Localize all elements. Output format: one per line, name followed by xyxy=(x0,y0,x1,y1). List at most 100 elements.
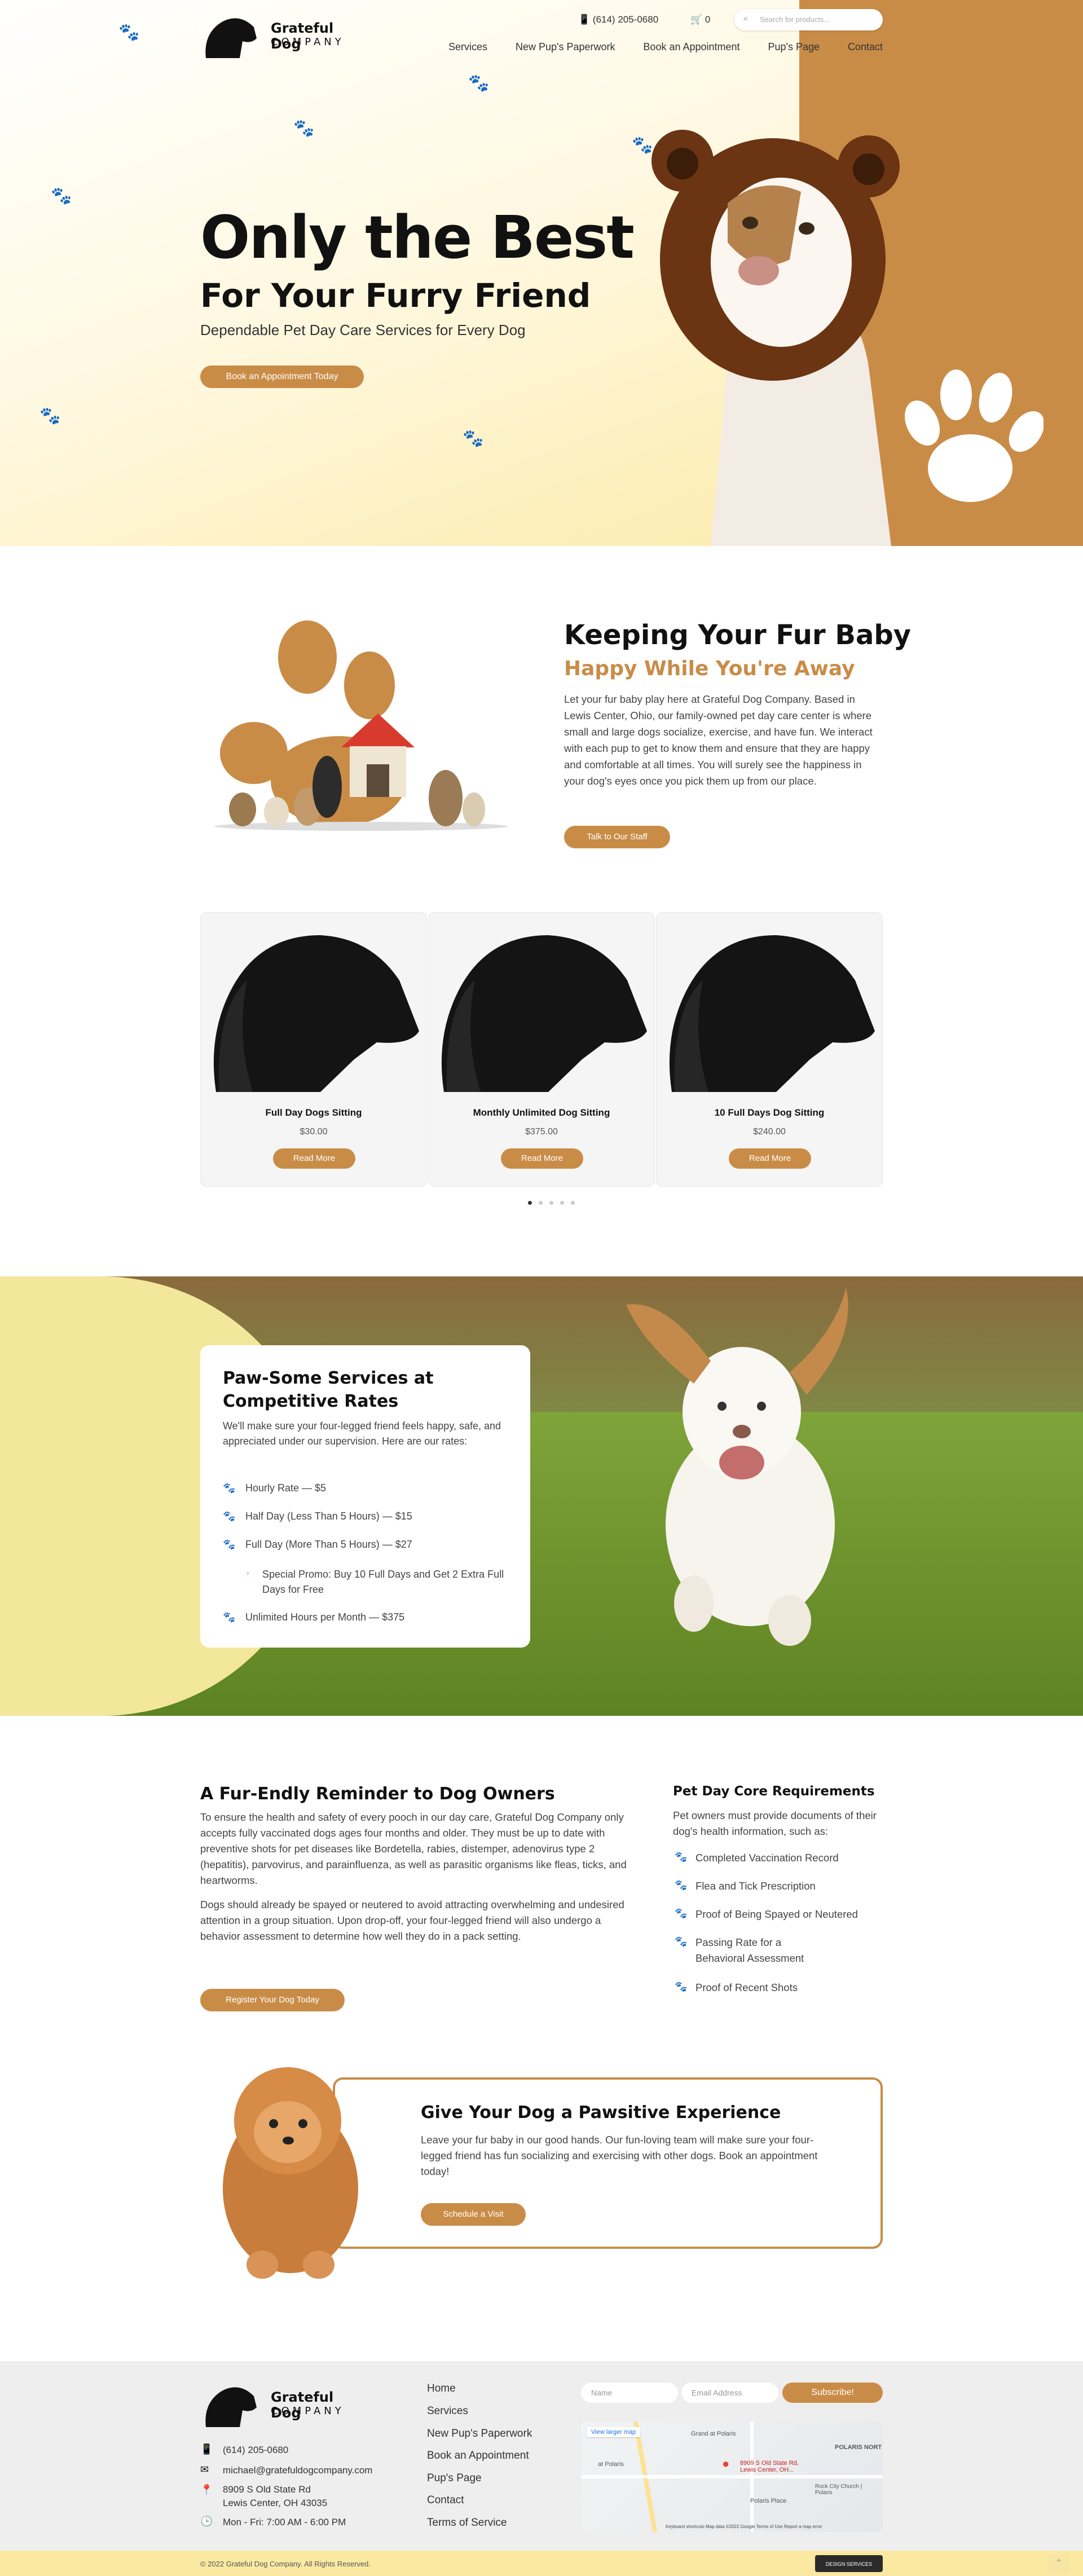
rates-intro: We'll make sure your four-legged friend … xyxy=(223,1420,501,1447)
dogs-group-image xyxy=(214,620,508,831)
paw-icon: 🐾 xyxy=(223,1611,236,1623)
paw-icon: 🐾 xyxy=(675,1936,688,1947)
paw-icon: 🐾 xyxy=(223,1482,236,1494)
paw-pattern-icon: 🐾 xyxy=(293,119,315,138)
carousel-dot[interactable] xyxy=(560,1201,564,1205)
hero-title: Only the Best xyxy=(200,203,635,272)
nav-services[interactable]: Services xyxy=(448,41,487,53)
footer-logo[interactable]: Grateful Dog COMPANY xyxy=(200,2379,358,2427)
location-pin-icon: 📍 xyxy=(200,2484,213,2495)
header-phone-text: (614) 205-0680 xyxy=(592,14,659,25)
rates-section xyxy=(0,1276,1083,1716)
product-name[interactable]: 10 Full Days Dog Sitting xyxy=(657,1107,882,1119)
back-to-top-icon[interactable]: ⌃ xyxy=(1048,2554,1069,2573)
requirement-item: Proof of Being Spayed or Neutered xyxy=(695,1908,858,1920)
rates-title: Paw-Some Services at Competitive Rates xyxy=(223,1368,434,1411)
map-place: POLARIS NORT xyxy=(835,2444,882,2451)
read-more-button[interactable]: Read More xyxy=(729,1148,811,1169)
paw-pattern-icon: 🐾 xyxy=(118,23,140,42)
map-road xyxy=(750,2421,754,2532)
product-card[interactable]: Full Day Dogs Sitting $30.00 Read More xyxy=(200,912,427,1187)
dog-logo-icon xyxy=(205,18,257,58)
footer-address-line2: Lewis Center, OH 43035 xyxy=(223,2498,328,2508)
requirements-intro: Pet owners must provide documents of the… xyxy=(673,1809,877,1837)
requirement-item: Proof of Recent Shots xyxy=(695,1981,798,1993)
carousel-dot[interactable] xyxy=(539,1201,543,1205)
location-map[interactable]: View larger map ● 8909 S Old State Rd, L… xyxy=(581,2421,883,2532)
register-dog-button[interactable]: Register Your Dog Today xyxy=(200,1989,345,2011)
running-dog-image xyxy=(626,1288,848,1646)
product-price: $240.00 xyxy=(753,1127,786,1137)
view-larger-map-link[interactable]: View larger map xyxy=(587,2427,641,2437)
map-pin-label: 8909 S Old State Rd, Lewis Center, OH... xyxy=(740,2460,799,2473)
reminder-title: A Fur-Endly Reminder to Dog Owners xyxy=(200,1784,555,1804)
product-image xyxy=(669,935,875,1092)
nav-contact[interactable]: Contact xyxy=(848,41,883,53)
newsletter-email-input[interactable]: Email Address xyxy=(681,2383,778,2403)
design-badge[interactable]: DESIGN SERVICES xyxy=(815,2555,883,2572)
clock-icon: 🕒 xyxy=(200,2516,213,2527)
footer-email[interactable]: michael@gratefuldogcompany.com xyxy=(223,2465,372,2476)
product-card[interactable]: Monthly Unlimited Dog Sitting $375.00 Re… xyxy=(428,912,655,1187)
read-more-button[interactable]: Read More xyxy=(501,1148,583,1169)
rate-item: Half Day (Less Than 5 Hours) — $15 xyxy=(245,1511,412,1522)
book-appointment-button[interactable]: Book an Appointment Today xyxy=(200,366,364,388)
site-footer xyxy=(0,2361,1083,2551)
paw-pattern-icon: 🐾 xyxy=(463,429,484,448)
footer-link-pups-page[interactable]: Pup's Page xyxy=(427,2472,482,2485)
reminder-paragraph: Dogs should already be spayed or neutere… xyxy=(200,1899,624,1942)
map-road xyxy=(581,2475,883,2478)
newsletter-name-input[interactable]: Name xyxy=(581,2383,678,2403)
paw-pattern-icon: 🐾 xyxy=(468,74,490,93)
footer-link-contact[interactable]: Contact xyxy=(427,2494,464,2507)
map-place: Rock City Church | Polaris xyxy=(815,2483,862,2496)
site-logo[interactable]: Grateful Dog COMPANY xyxy=(200,10,358,58)
paw-icon: 🐾 xyxy=(675,1981,688,1992)
map-place: Polaris Place xyxy=(750,2498,787,2504)
footer-hours: Mon - Fri: 7:00 AM - 6:00 PM xyxy=(223,2517,346,2527)
search-icon: ⌕ xyxy=(743,14,749,23)
about-subtitle: Happy While You're Away xyxy=(564,657,855,680)
nav-pups-page[interactable]: Pup's Page xyxy=(768,41,820,53)
schedule-visit-button[interactable]: Schedule a Visit xyxy=(421,2203,526,2226)
product-name[interactable]: Full Day Dogs Sitting xyxy=(201,1107,426,1119)
reminder-paragraph: To ensure the health and safety of every… xyxy=(200,1811,627,1886)
pomeranian-image xyxy=(223,2067,358,2279)
chevron-right-icon: › xyxy=(246,1568,249,1577)
footer-link-book[interactable]: Book an Appointment xyxy=(427,2450,529,2462)
carousel-dot[interactable] xyxy=(571,1201,575,1205)
footer-address-line1: 8909 S Old State Rd xyxy=(223,2484,311,2495)
read-more-button[interactable]: Read More xyxy=(273,1148,355,1169)
subscribe-button[interactable]: Subscribe! xyxy=(782,2383,883,2403)
envelope-icon: ✉ xyxy=(200,2464,209,2475)
footer-link-services[interactable]: Services xyxy=(427,2405,468,2418)
phone-icon: 📱 xyxy=(578,14,591,25)
paw-icon: 🐾 xyxy=(675,1851,688,1862)
header-phone[interactable]: 📱 (614) 205-0680 xyxy=(578,14,658,25)
footer-link-terms[interactable]: Terms of Service xyxy=(427,2517,507,2529)
dog-logo-icon xyxy=(205,2387,257,2427)
product-name[interactable]: Monthly Unlimited Dog Sitting xyxy=(429,1107,654,1119)
product-card[interactable]: 10 Full Days Dog Sitting $240.00 Read Mo… xyxy=(656,912,883,1187)
cart-link[interactable]: 🛒 0 xyxy=(690,14,710,25)
copyright-bar xyxy=(0,2551,1083,2576)
paw-graphic-icon xyxy=(905,369,1044,502)
requirement-item: Completed Vaccination Record xyxy=(695,1852,839,1864)
footer-link-home[interactable]: Home xyxy=(427,2383,456,2395)
carousel-dot[interactable] xyxy=(549,1201,553,1205)
search-input[interactable]: ⌕ Search for products... xyxy=(734,9,883,30)
footer-phone[interactable]: (614) 205-0680 xyxy=(223,2445,288,2456)
footer-link-paperwork[interactable]: New Pup's Paperwork xyxy=(427,2428,532,2440)
map-credits: Keyboard shortcuts Map data ©2022 Google… xyxy=(666,2524,822,2529)
map-pin-icon: ● xyxy=(722,2456,730,2471)
nav-paperwork[interactable]: New Pup's Paperwork xyxy=(516,41,615,53)
nav-book[interactable]: Book an Appointment xyxy=(643,41,739,53)
talk-to-staff-button[interactable]: Talk to Our Staff xyxy=(564,826,670,848)
carousel-dot[interactable] xyxy=(528,1201,532,1205)
search-placeholder: Search for products... xyxy=(760,15,830,24)
requirement-item: Passing Rate for a Behavioral Assessment xyxy=(695,1936,804,1964)
logo-sub: COMPANY xyxy=(271,2405,345,2417)
main-nav: Services New Pup's Paperwork Book an App… xyxy=(448,41,883,53)
cta-title: Give Your Dog a Pawsitive Experience xyxy=(421,2103,781,2123)
copyright-text: © 2022 Grateful Dog Company. All Rights … xyxy=(200,2560,371,2568)
